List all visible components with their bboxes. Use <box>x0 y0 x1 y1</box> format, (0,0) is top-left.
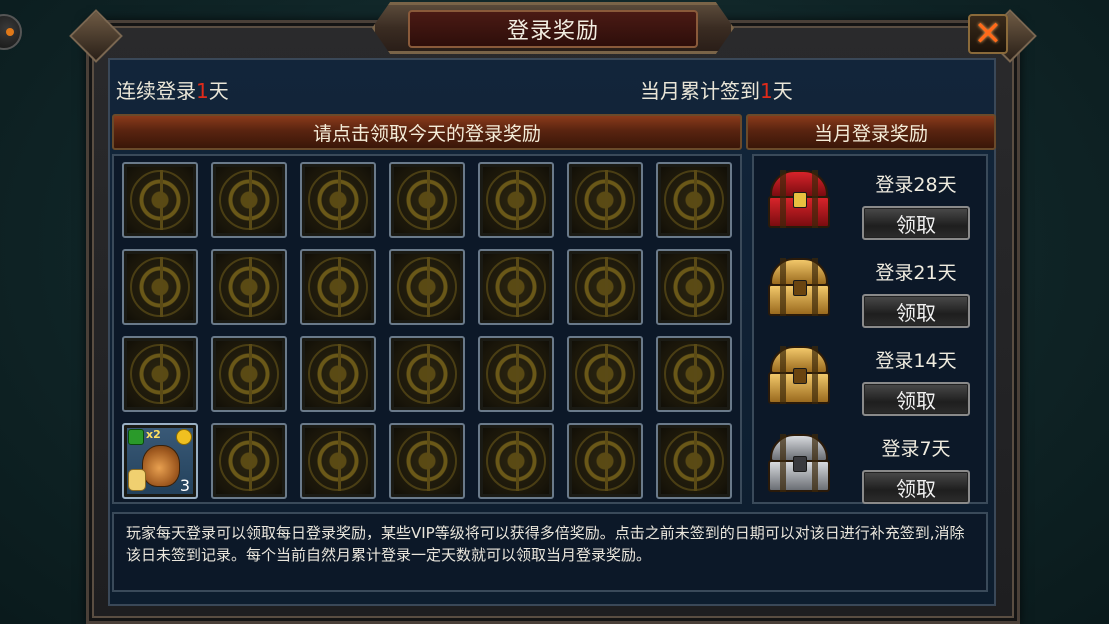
reward-row-7: 登录7天 领取 <box>754 422 986 510</box>
description-text: 玩家每天登录可以领取每日登录奖励，某些VIP等级将可以获得多倍奖励。点击之前未签… <box>112 512 988 592</box>
vip-shield-icon <box>128 429 144 445</box>
pin-icon <box>176 429 192 445</box>
daily-reward-cell[interactable] <box>567 162 643 238</box>
monthly-reward-header: 当月登录奖励 <box>746 114 996 150</box>
daily-reward-cell[interactable] <box>656 336 732 412</box>
daily-reward-cell[interactable] <box>122 336 198 412</box>
reward-row-28: 登录28天 领取 <box>754 158 986 246</box>
claim-button-14[interactable]: 领取 <box>862 382 970 416</box>
claim-button-28[interactable]: 领取 <box>862 206 970 240</box>
daily-reward-cell[interactable] <box>389 336 465 412</box>
consecutive-days: 1 <box>196 79 209 103</box>
consecutive-unit: 天 <box>208 79 229 103</box>
thumb-icon <box>128 469 146 491</box>
close-x-icon: ✕ <box>973 14 1003 54</box>
daily-reward-cell[interactable] <box>656 249 732 325</box>
daily-reward-cell[interactable] <box>656 423 732 499</box>
side-menu-icon[interactable] <box>0 14 22 50</box>
monthly-label: 当月累计签到 <box>640 79 760 103</box>
daily-reward-cell[interactable] <box>211 336 287 412</box>
consecutive-login-stat: 连续登录1天 <box>116 75 229 104</box>
daily-reward-cell[interactable] <box>389 249 465 325</box>
daily-reward-cell-today[interactable]: x2 3 <box>122 423 198 499</box>
daily-reward-cell[interactable] <box>478 249 554 325</box>
daily-reward-cell[interactable] <box>211 249 287 325</box>
daily-reward-cell[interactable] <box>567 423 643 499</box>
item-count: 3 <box>179 476 190 495</box>
daily-reward-cell[interactable] <box>300 423 376 499</box>
monthly-days: 1 <box>760 79 773 103</box>
daily-reward-cell[interactable] <box>567 249 643 325</box>
daily-reward-cell[interactable] <box>211 423 287 499</box>
monthly-unit: 天 <box>772 79 793 103</box>
reward-label: 登录14天 <box>875 350 957 372</box>
daily-reward-cell[interactable] <box>478 162 554 238</box>
claim-button-7[interactable]: 领取 <box>862 470 970 504</box>
daily-reward-cell[interactable] <box>300 249 376 325</box>
close-button[interactable]: ✕ <box>968 14 1008 54</box>
daily-reward-cell[interactable] <box>478 423 554 499</box>
red-chest-icon <box>766 166 832 230</box>
monthly-signin-stat: 当月累计签到1天 <box>640 75 793 104</box>
daily-reward-cell[interactable] <box>656 162 732 238</box>
daily-reward-cell[interactable] <box>300 162 376 238</box>
daily-reward-cell[interactable] <box>300 336 376 412</box>
daily-reward-grid: x2 3 <box>112 154 742 504</box>
daily-reward-cell[interactable] <box>478 336 554 412</box>
silver-chest-icon <box>766 430 832 494</box>
reward-row-14: 登录14天 领取 <box>754 334 986 422</box>
daily-reward-cell[interactable] <box>567 336 643 412</box>
reward-label: 登录7天 <box>881 438 951 460</box>
reward-row-21: 登录21天 领取 <box>754 246 986 334</box>
dialog-title: 登录奖励 <box>408 10 698 48</box>
gold-chest-icon <box>766 254 832 318</box>
claim-button-21[interactable]: 领取 <box>862 294 970 328</box>
reward-label: 登录28天 <box>875 174 957 196</box>
daily-reward-cell[interactable] <box>211 162 287 238</box>
gold-chest-icon <box>766 342 832 406</box>
daily-reward-cell[interactable] <box>122 249 198 325</box>
monthly-reward-list: 登录28天 领取 登录21天 领取 登录14天 领取 登录7天 领取 <box>752 154 988 504</box>
daily-reward-cell[interactable] <box>389 162 465 238</box>
daily-reward-header: 请点击领取今天的登录奖励 <box>112 114 742 150</box>
daily-reward-cell[interactable] <box>389 423 465 499</box>
daily-reward-cell[interactable] <box>122 162 198 238</box>
multiplier-badge: x2 <box>146 428 161 441</box>
money-bag-icon <box>142 445 180 487</box>
consecutive-label: 连续登录 <box>116 79 196 103</box>
reward-label: 登录21天 <box>875 262 957 284</box>
